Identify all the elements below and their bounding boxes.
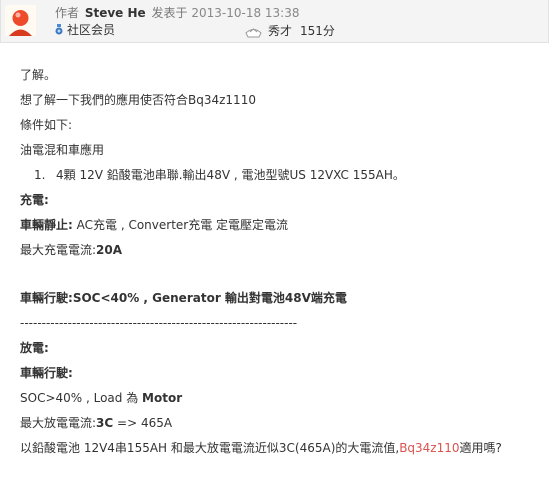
author-name[interactable]: Steve He — [85, 6, 146, 20]
author-prefix: 作者 — [55, 6, 80, 20]
line-max-discharge: 最大放電電流:3C => 465A — [20, 414, 540, 439]
divider: ----------------------------------------… — [20, 316, 298, 330]
line-driving: 車輛行駛:SOC<40% , Generator 輸出對電池48V端充電 — [20, 289, 540, 314]
post-content: 了解。 想了解一下我們的應用使否符合Bq34z1110 條件如下: 油電混和車應… — [20, 66, 540, 464]
line-soc: SOC>40% , Load 為 Motor — [20, 389, 540, 414]
question-post: 適用嗎? — [459, 441, 502, 455]
discharge-title: 放電: — [20, 341, 49, 355]
question-chip: Bq34z110 — [399, 441, 460, 455]
line-final-question: 以鉛酸電池 12V4串155AH 和最大放電電流近似3C(465A)的大電流值,… — [20, 439, 540, 464]
avatar[interactable] — [5, 5, 36, 36]
driving2-label: 車輛行駛: — [20, 366, 73, 380]
soc-motor: Motor — [142, 391, 183, 405]
role-label: 社区会员 — [67, 23, 116, 37]
list-item-text: 4顆 12V 鉛酸電池串聯.輸出48V , 電池型號US 12VXC 155AH… — [56, 168, 405, 182]
member-role: 社区会员 — [55, 21, 115, 39]
posted-prefix: 发表于 — [151, 6, 188, 20]
points: 151分 — [300, 24, 335, 38]
post-header: 作者 Steve He 发表于 2013-10-18 13:38 社区会员 秀才… — [0, 0, 549, 43]
line-question: 想了解一下我們的應用使否符合Bq34z1110 — [20, 93, 256, 107]
driving-label: 車輛行駛: — [20, 291, 73, 305]
user-rank: 秀才 151分 — [245, 22, 335, 41]
post-time: 2013-10-18 13:38 — [191, 6, 300, 20]
line-max-charge: 最大充電電流:20A — [20, 241, 540, 266]
line-conditions: 條件如下: — [20, 118, 73, 132]
max-charge-value: 20A — [96, 243, 123, 257]
max-charge-label: 最大充電電流: — [20, 243, 97, 257]
rank-icon — [245, 24, 262, 41]
line-application: 油電混和車應用 — [20, 143, 105, 157]
static-label: 車輛靜止: — [20, 218, 73, 232]
list-number: 1. — [34, 168, 46, 182]
rank-label: 秀才 — [268, 24, 293, 38]
static-text: AC充電 , Converter充電 定電壓定電流 — [72, 218, 289, 232]
line-understood: 了解。 — [20, 68, 57, 82]
member-badge-icon — [55, 24, 63, 39]
line-static: 車輛靜止: AC充電 , Converter充電 定電壓定電流 — [20, 216, 540, 241]
list-item: 1. 4顆 12V 鉛酸電池串聯.輸出48V , 電池型號US 12VXC 155… — [20, 166, 540, 191]
soc-text: SOC>40% , Load 為 — [20, 391, 143, 405]
max-discharge-bold: 3C — [96, 416, 114, 430]
question-pre: 以鉛酸電池 12V4串155AH 和最大放電電流近似3C(465A)的大電流值, — [20, 441, 400, 455]
max-discharge-rest: => 465A — [113, 416, 173, 430]
post-meta: 作者 Steve He 发表于 2013-10-18 13:38 — [55, 4, 300, 21]
charge-title: 充電: — [20, 193, 49, 207]
max-discharge-label: 最大放電電流: — [20, 416, 97, 430]
driving-text: SOC<40% , Generator 輸出對電池48V端充電 — [72, 291, 347, 305]
